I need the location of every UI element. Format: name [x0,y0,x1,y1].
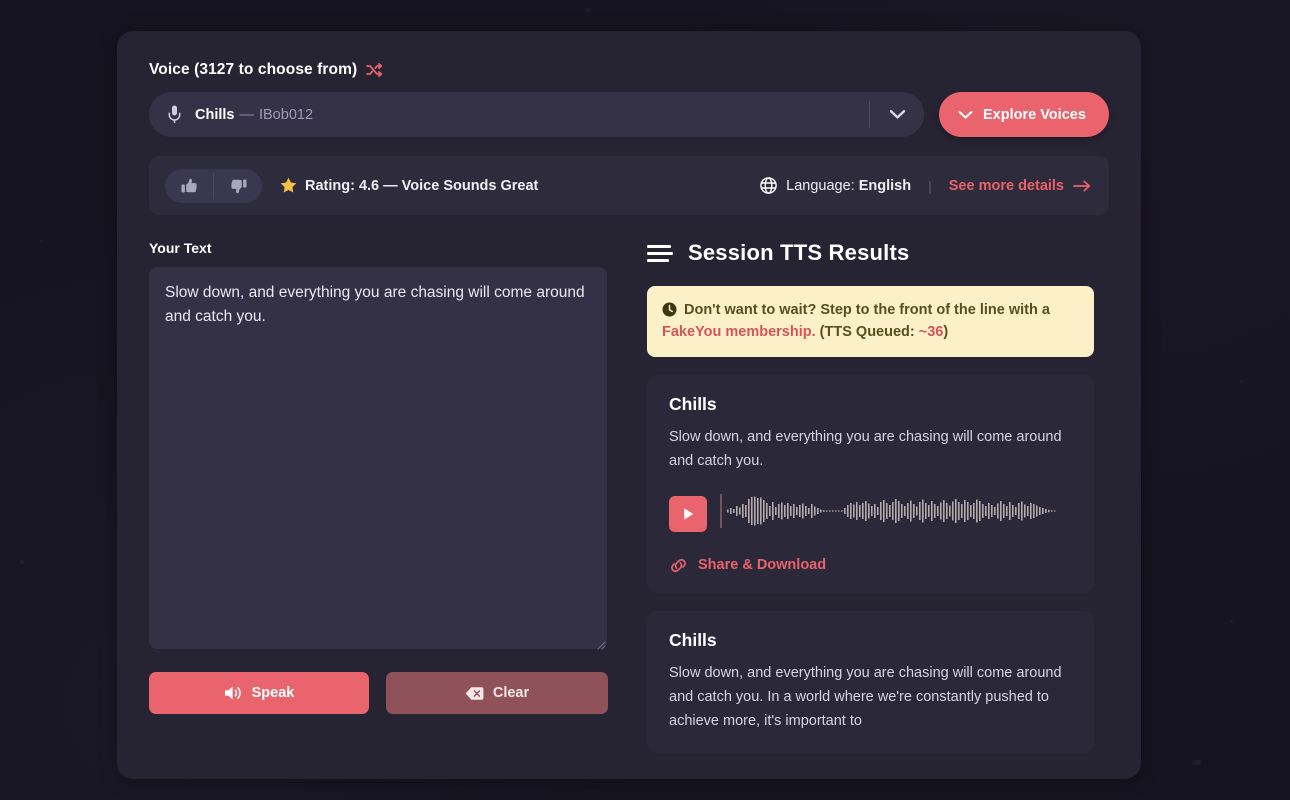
clear-button-label: Clear [492,685,530,701]
rating-bar: Rating: 4.6 — Voice Sounds Great Languag… [149,156,1109,215]
language-value: English [858,177,912,194]
selected-voice-name: Chills [195,106,235,123]
main-columns: Your Text Slow down, and everything you … [149,240,1109,754]
voice-name-dash: — [239,106,254,123]
select-divider [869,101,870,128]
fakeyou-membership-link[interactable]: FakeYou membership. [662,324,816,340]
thumbs-up-icon [181,178,198,194]
volume-up-icon [224,685,243,701]
voice-select-row: Chills — IBob012 Explore Voices [149,92,1109,137]
textarea-wrapper [149,267,611,654]
text-input-column: Your Text Slow down, and everything you … [149,240,611,754]
results-column: Session TTS Results Don't want to wait? … [647,240,1109,754]
result-voice-name: Chills [669,394,717,414]
background-speck [20,560,24,564]
backspace-icon [465,686,484,701]
rating-separator: | [928,177,932,194]
vote-button-group [165,168,262,203]
results-title: Session TTS Results [688,240,910,265]
audio-player-row [669,490,1072,537]
results-header: Session TTS Results [647,240,1109,266]
result-text: Slow down, and everything you are chasin… [669,665,1062,729]
hamburger-menu-icon[interactable] [647,244,673,262]
app-root: Voice (3127 to choose from) Chills — IBo… [0,0,1290,800]
star-icon [280,177,297,194]
result-card[interactable]: Chills Slow down, and everything you are… [647,375,1094,593]
share-download-link[interactable]: Share & Download [669,557,1072,573]
chevron-down-icon [958,110,973,120]
link-icon [669,558,688,573]
queued-prefix: (TTS Queued: [815,324,919,340]
play-button[interactable] [669,495,707,532]
background-speck [1192,760,1201,765]
language-prefix: Language: [786,177,859,194]
play-icon [682,507,695,521]
explore-voices-button[interactable]: Explore Voices [939,92,1109,137]
arrow-right-icon [1073,180,1091,192]
see-more-details-label: See more details [948,177,1064,194]
globe-icon [760,177,777,194]
background-speck [1230,620,1233,623]
clear-button[interactable]: Clear [386,672,608,714]
your-text-label: Your Text [149,240,212,256]
voice-label-row: Voice (3127 to choose from) [149,61,1109,79]
thumbs-down-button[interactable] [214,169,262,203]
notice-line1: Don't want to wait? Step to the front of… [684,302,1050,318]
voice-label-text: Voice (3127 to choose from) [149,61,358,78]
thumbs-up-button[interactable] [165,169,213,203]
action-button-row: Speak Clear [149,672,611,714]
result-voice-name: Chills [669,630,717,650]
queued-count: ~36 [918,324,944,340]
chevron-down-icon[interactable] [889,92,906,137]
result-text: Slow down, and everything you are chasin… [669,429,1062,469]
selected-voice-author: IBob012 [258,106,314,123]
thumbs-down-icon [230,178,247,194]
queue-notice-banner: Don't want to wait? Step to the front of… [647,286,1094,357]
tts-text-input[interactable] [149,267,607,649]
language-text: Language: English [786,178,911,194]
rating-text: Rating: 4.6 — Voice Sounds Great [305,177,539,194]
result-card[interactable]: Chills Slow down, and everything you are… [647,611,1094,753]
speak-button-label: Speak [251,685,295,701]
background-speck [586,8,590,12]
share-download-label: Share & Download [698,557,827,573]
clock-icon [662,302,677,317]
rating-bar-right: Language: English | See more details [760,177,1091,194]
queued-suffix: ) [943,324,949,340]
shuffle-icon[interactable] [366,63,383,77]
background-speck [40,240,43,243]
audio-waveform[interactable] [720,490,1072,537]
background-speck [1240,380,1243,383]
voice-select[interactable]: Chills — IBob012 [149,92,924,137]
explore-voices-label: Explore Voices [983,106,1086,123]
results-scroll-area: Don't want to wait? Step to the front of… [647,286,1109,754]
tts-panel: Voice (3127 to choose from) Chills — IBo… [117,31,1141,779]
microphone-icon [168,105,181,124]
speak-button[interactable]: Speak [149,672,369,714]
see-more-details-link[interactable]: See more details [949,178,1091,194]
